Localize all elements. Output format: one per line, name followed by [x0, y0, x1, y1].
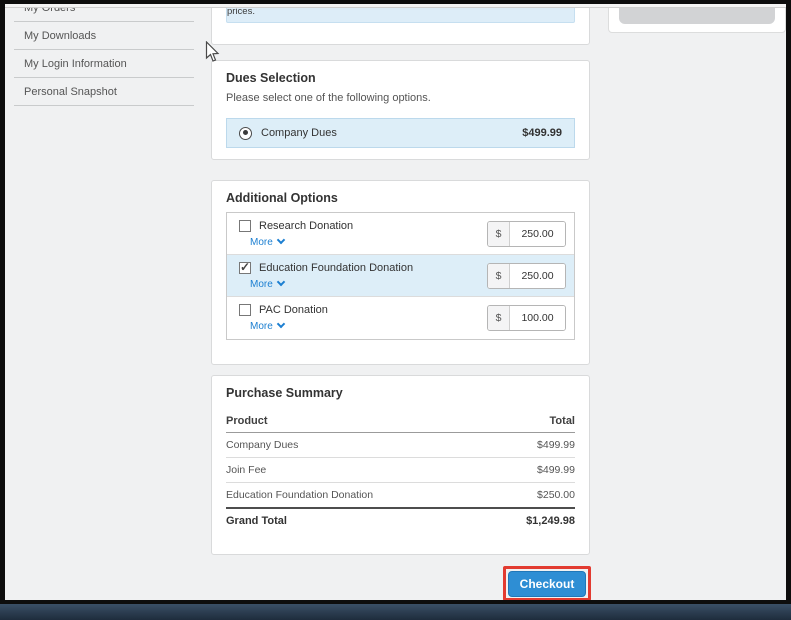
checkbox-unchecked-icon[interactable]: [239, 304, 251, 316]
currency-prefix: $: [488, 306, 510, 330]
right-panel-card: [608, 8, 786, 33]
more-link[interactable]: More: [250, 277, 286, 290]
sidebar-item-my-login-information[interactable]: My Login Information: [14, 50, 194, 78]
summary-product: Join Fee: [226, 464, 267, 476]
column-header-product: Product: [226, 414, 268, 427]
currency-prefix: $: [488, 263, 510, 288]
summary-product: Education Foundation Donation: [226, 489, 374, 501]
research-donation-amount-input[interactable]: [510, 221, 565, 246]
grand-total-row: Grand Total $1,249.98: [226, 507, 575, 533]
research-donation-toggle[interactable]: Research Donation: [239, 220, 353, 232]
pac-donation-amount-input[interactable]: [510, 306, 565, 330]
summary-total: $250.00: [537, 489, 575, 501]
option-row-research-donation: Research Donation More $: [227, 213, 574, 255]
chevron-down-icon: [276, 319, 286, 329]
annotation-highlight-box: Checkout: [503, 566, 591, 600]
sidebar-item-my-downloads[interactable]: My Downloads: [14, 22, 194, 50]
info-alert-text: stream of services for your employees th…: [227, 8, 255, 17]
checkout-button[interactable]: Checkout: [508, 570, 586, 597]
option-label: Research Donation: [259, 220, 354, 232]
summary-total: $499.99: [537, 464, 575, 476]
grand-total-value: $1,249.98: [526, 515, 575, 527]
sidebar-item-my-orders[interactable]: My Orders: [14, 8, 194, 22]
chevron-down-icon: [276, 277, 286, 287]
amount-input-group: $: [487, 262, 566, 289]
summary-row: Company Dues $499.99: [226, 433, 575, 458]
additional-options-title: Additional Options: [226, 191, 338, 205]
taskbar-strip: [0, 604, 791, 620]
more-link[interactable]: More: [250, 235, 286, 248]
right-panel-button[interactable]: [619, 8, 775, 24]
option-label: Education Foundation Donation: [259, 262, 414, 274]
summary-row: Join Fee $499.99: [226, 458, 575, 483]
purchase-summary-card: Purchase Summary Product Total Company D…: [211, 375, 590, 555]
education-foundation-amount-input[interactable]: [510, 263, 565, 288]
page-viewport: My Orders My Downloads My Login Informat…: [5, 8, 786, 600]
dues-option-company-dues[interactable]: Company Dues $499.99: [226, 118, 575, 148]
dues-selection-subtitle: Please select one of the following optio…: [226, 92, 431, 104]
account-sidebar: My Orders My Downloads My Login Informat…: [14, 8, 194, 106]
additional-options-table: Research Donation More $ Education Found…: [226, 212, 575, 340]
checkbox-checked-icon[interactable]: [239, 260, 251, 274]
chevron-down-icon: [276, 235, 286, 245]
checkbox-unchecked-icon[interactable]: [239, 220, 251, 232]
option-row-education-foundation-donation: Education Foundation Donation More $: [227, 255, 574, 297]
sidebar-item-personal-snapshot[interactable]: Personal Snapshot: [14, 78, 194, 106]
option-label: PAC Donation: [259, 304, 328, 316]
more-link[interactable]: More: [250, 319, 286, 332]
summary-total: $499.99: [537, 439, 575, 451]
additional-options-card: Additional Options Research Donation Mor…: [211, 180, 590, 365]
radio-selected-icon[interactable]: [239, 126, 252, 140]
dues-option-price: $499.99: [522, 127, 562, 139]
column-header-total: Total: [549, 414, 575, 427]
education-foundation-toggle[interactable]: Education Foundation Donation: [239, 260, 414, 274]
dues-option-label: Company Dues: [261, 127, 337, 139]
option-row-pac-donation: PAC Donation More $: [227, 297, 574, 339]
purchase-summary-table: Product Total Company Dues $499.99 Join …: [226, 409, 575, 533]
dues-selection-card: Dues Selection Please select one of the …: [211, 60, 590, 160]
window-frame: My Orders My Downloads My Login Informat…: [0, 0, 791, 620]
dues-selection-title: Dues Selection: [226, 71, 316, 85]
info-alert: stream of services for your employees th…: [226, 8, 575, 23]
summary-product: Company Dues: [226, 439, 299, 451]
summary-row: Education Foundation Donation $250.00: [226, 483, 575, 508]
amount-input-group: $: [487, 305, 566, 331]
summary-header-row: Product Total: [226, 409, 575, 433]
currency-prefix: $: [488, 221, 510, 246]
purchase-summary-title: Purchase Summary: [226, 386, 343, 400]
grand-total-label: Grand Total: [226, 515, 287, 527]
intro-card: stream of services for your employees th…: [211, 8, 590, 45]
pac-donation-toggle[interactable]: PAC Donation: [239, 304, 328, 316]
amount-input-group: $: [487, 220, 566, 247]
